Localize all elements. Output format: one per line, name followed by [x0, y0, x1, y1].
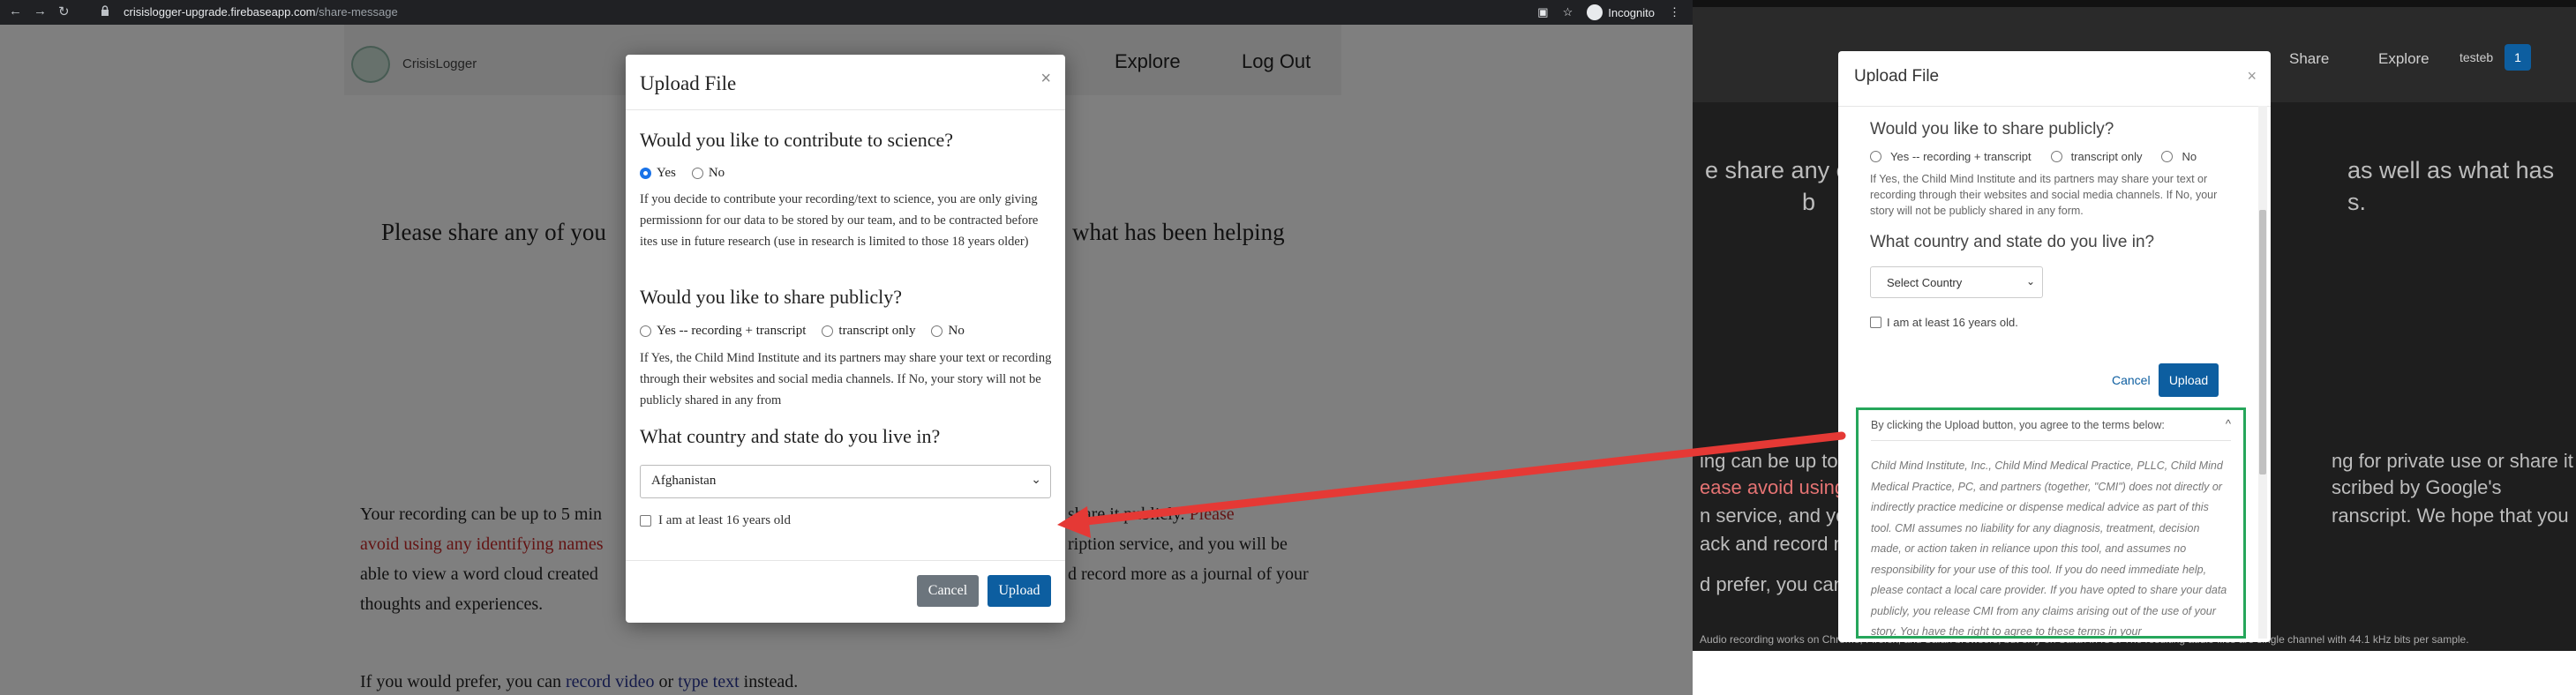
annotation-arrow: [1057, 431, 1846, 538]
annotation-arrow-head: [1057, 506, 1091, 538]
annotation-arrow-shaft: [1074, 431, 1846, 527]
